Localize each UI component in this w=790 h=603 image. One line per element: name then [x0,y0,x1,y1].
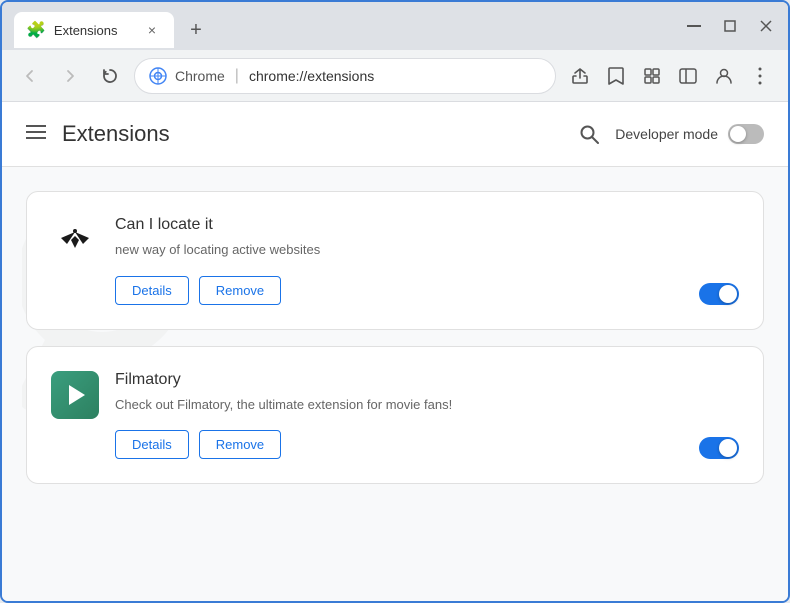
play-icon [69,385,85,405]
browser-tab[interactable]: 🧩 Extensions × [14,12,174,48]
refresh-button[interactable] [94,60,126,92]
extension-card: Can I locate it new way of locating acti… [26,191,764,330]
search-button[interactable] [573,118,605,150]
bookmark-button[interactable] [600,60,632,92]
extension-toggle[interactable] [699,283,739,305]
extension-toggle-thumb [719,439,737,457]
extension-description: new way of locating active websites [115,240,739,260]
chrome-icon [149,67,167,85]
browser-brand: Chrome [175,68,225,84]
extension-actions: Details Remove [115,430,739,459]
address-separator: | [235,67,239,85]
browser-window: 🧩 Extensions × + [0,0,790,603]
menu-button[interactable] [744,60,776,92]
address-bar[interactable]: Chrome | chrome://extensions [134,58,556,94]
extension-name: Filmatory [115,371,739,389]
window-controls [684,16,776,44]
sidebar-button[interactable] [672,60,704,92]
tab-icon: 🧩 [26,20,46,40]
page-content: Extensions Developer mode FIASH.COM [2,102,788,601]
dev-mode-label: Developer mode [615,126,718,142]
close-button[interactable] [756,16,776,36]
extensions-button[interactable] [636,60,668,92]
details-button[interactable]: Details [115,430,189,459]
details-button[interactable]: Details [115,276,189,305]
nav-bar: Chrome | chrome://extensions [2,50,788,102]
page-title: Extensions [62,121,573,147]
remove-button[interactable]: Remove [199,276,281,305]
extension-description: Check out Filmatory, the ultimate extens… [115,395,739,415]
share-button[interactable] [564,60,596,92]
forward-button[interactable] [54,60,86,92]
new-tab-button[interactable]: + [182,16,210,44]
extension-card: Filmatory Check out Filmatory, the ultim… [26,346,764,485]
title-bar: 🧩 Extensions × + [2,2,788,50]
extension-toggle[interactable] [699,437,739,459]
back-button[interactable] [14,60,46,92]
remove-button[interactable]: Remove [199,430,281,459]
extensions-header: Extensions Developer mode [2,102,788,167]
extension-toggle-thumb [719,285,737,303]
minimize-button[interactable] [684,16,704,36]
address-url: chrome://extensions [249,68,374,84]
toggle-thumb [730,126,746,142]
developer-mode-toggle[interactable] [728,124,764,144]
extension-name: Can I locate it [115,216,739,234]
profile-button[interactable] [708,60,740,92]
hamburger-icon[interactable] [26,123,46,146]
extension-icon [51,371,99,419]
tab-title: Extensions [54,23,134,38]
extensions-list: FIASH.COM [2,167,788,508]
extension-info: Can I locate it new way of locating acti… [115,216,739,305]
extension-info: Filmatory Check out Filmatory, the ultim… [115,371,739,460]
maximize-button[interactable] [720,16,740,36]
filmatory-icon [51,371,99,419]
nav-icons [564,60,776,92]
developer-mode-section: Developer mode [573,118,764,150]
tab-close-button[interactable]: × [142,20,162,40]
extension-icon [51,216,99,264]
extension-actions: Details Remove [115,276,739,305]
